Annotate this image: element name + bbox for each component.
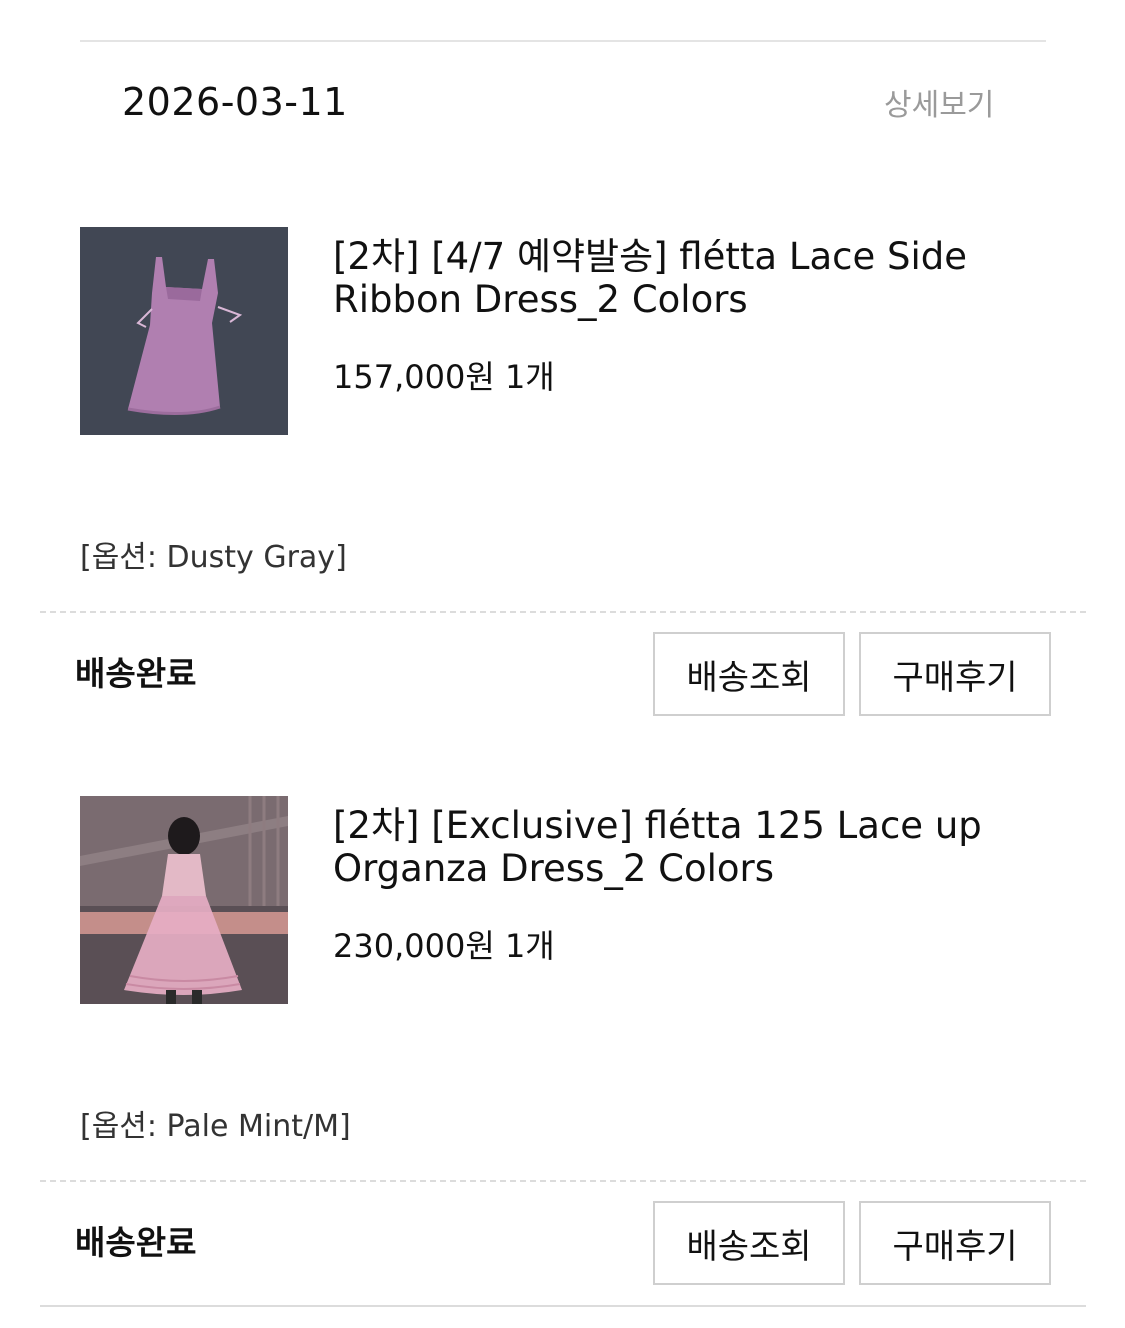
track-delivery-button[interactable]: 배송조회 xyxy=(653,1201,845,1285)
product-price-qty: 230,000원 1개 xyxy=(333,927,555,965)
delivery-status: 배송완료 xyxy=(75,1223,197,1262)
delivery-status: 배송완료 xyxy=(75,654,197,693)
write-review-button[interactable]: 구매후기 xyxy=(859,1201,1051,1285)
product-name[interactable]: [2차] [Exclusive] flétta 125 Lace up Orga… xyxy=(333,804,1033,890)
pink-organza-dress-photo xyxy=(80,796,288,1004)
item-divider xyxy=(40,1180,1086,1182)
lavender-slip-dress-photo xyxy=(80,227,288,435)
product-name-line2: Organza Dress_2 Colors xyxy=(333,847,775,890)
product-name-line1: [2차] [Exclusive] flétta 125 Lace up xyxy=(333,804,982,847)
product-name-line2: Ribbon Dress_2 Colors xyxy=(333,278,748,321)
bottom-divider xyxy=(40,1305,1086,1307)
track-delivery-button[interactable]: 배송조회 xyxy=(653,632,845,716)
order-date: 2026-03-11 xyxy=(122,80,348,124)
product-price-qty: 157,000원 1개 xyxy=(333,358,555,396)
product-option: [옵션: Dusty Gray] xyxy=(80,540,347,575)
top-divider xyxy=(80,40,1046,42)
product-name-line1: [2차] [4/7 예약발송] flétta Lace Side xyxy=(333,235,968,278)
product-name[interactable]: [2차] [4/7 예약발송] flétta Lace Side Ribbon … xyxy=(333,235,1033,321)
item-divider xyxy=(40,611,1086,613)
product-thumbnail[interactable] xyxy=(80,796,288,1004)
product-option: [옵션: Pale Mint/M] xyxy=(80,1109,351,1144)
order-detail-link[interactable]: 상세보기 xyxy=(884,80,994,124)
product-thumbnail[interactable] xyxy=(80,227,288,435)
write-review-button[interactable]: 구매후기 xyxy=(859,632,1051,716)
